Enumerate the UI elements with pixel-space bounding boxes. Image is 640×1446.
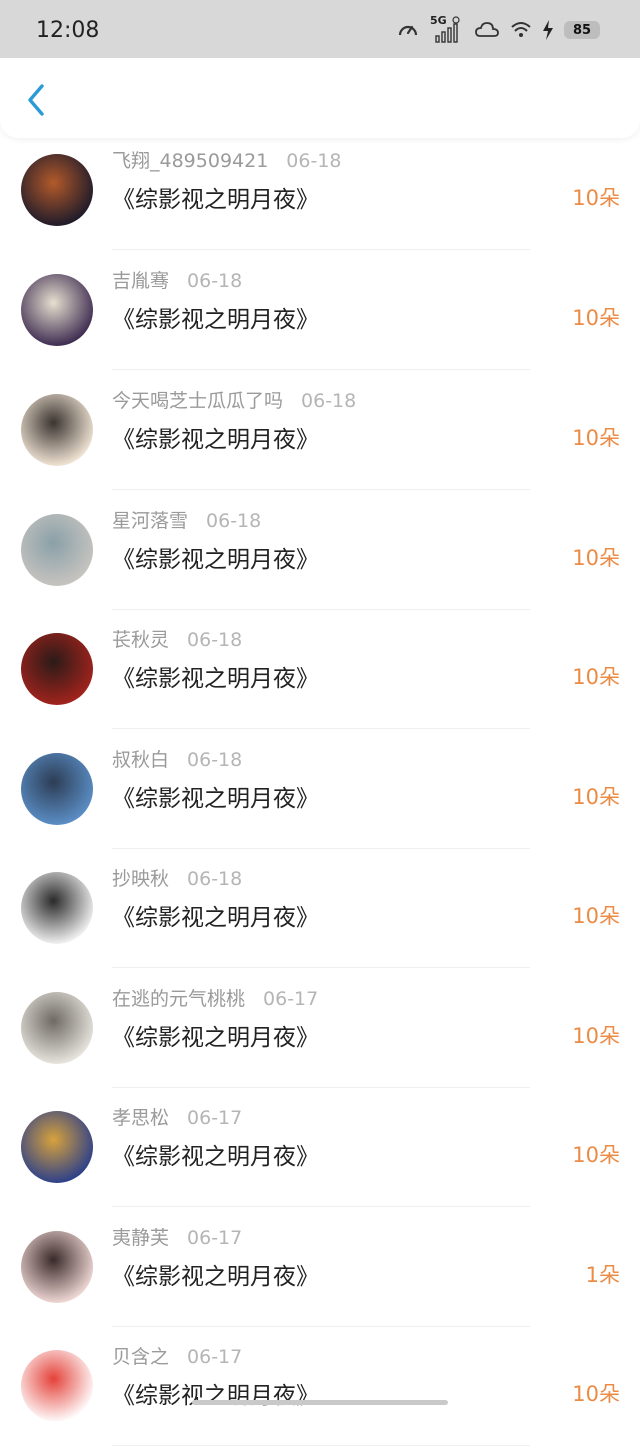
user-name: 星河落雪 bbox=[112, 510, 189, 532]
item-meta: 叔秋白 06-18 bbox=[112, 745, 242, 772]
user-name: 叔秋白 bbox=[112, 749, 170, 771]
gift-amount: 1朵 bbox=[585, 1263, 620, 1287]
gift-amount: 10朵 bbox=[572, 1024, 620, 1048]
avatar[interactable] bbox=[21, 514, 93, 586]
item-meta: 吉胤骞 06-18 bbox=[112, 266, 242, 293]
avatar[interactable] bbox=[21, 753, 93, 825]
item-meta: 苌秋灵 06-18 bbox=[112, 625, 242, 652]
avatar[interactable] bbox=[21, 872, 93, 944]
chevron-left-icon bbox=[28, 84, 44, 116]
user-name: 今天喝芝士瓜瓜了吗 bbox=[112, 390, 284, 412]
gift-date: 06-18 bbox=[286, 150, 342, 172]
header-bar bbox=[0, 58, 640, 138]
gift-date: 06-17 bbox=[187, 1346, 243, 1368]
avatar[interactable] bbox=[21, 1111, 93, 1183]
avatar[interactable] bbox=[21, 274, 93, 346]
list-item[interactable]: 吉胤骞 06-18 《综影视之明月夜》 10朵 bbox=[0, 250, 640, 370]
user-name: 抄映秋 bbox=[112, 868, 170, 890]
home-indicator bbox=[192, 1400, 448, 1405]
item-meta: 飞翔_489509421 06-18 bbox=[112, 146, 342, 173]
user-name: 苌秋灵 bbox=[112, 629, 170, 651]
gift-amount: 10朵 bbox=[572, 665, 620, 689]
list-item[interactable]: 贝含之 06-17 《综影视之明月夜》 10朵 bbox=[0, 1326, 640, 1446]
avatar[interactable] bbox=[21, 154, 93, 226]
list-item[interactable]: 苌秋灵 06-18 《综影视之明月夜》 10朵 bbox=[0, 609, 640, 729]
item-meta: 在逃的元气桃桃 06-17 bbox=[112, 984, 318, 1011]
item-meta: 抄映秋 06-18 bbox=[112, 864, 242, 891]
avatar[interactable] bbox=[21, 394, 93, 466]
book-title: 《综影视之明月夜》 bbox=[112, 1025, 319, 1051]
list-item[interactable]: 星河落雪 06-18 《综影视之明月夜》 10朵 bbox=[0, 490, 640, 610]
gift-amount: 10朵 bbox=[572, 1382, 620, 1406]
gift-date: 06-18 bbox=[187, 749, 243, 771]
gift-date: 06-18 bbox=[187, 629, 243, 651]
gift-amount: 10朵 bbox=[572, 546, 620, 570]
book-title: 《综影视之明月夜》 bbox=[112, 427, 319, 453]
gift-date: 06-17 bbox=[187, 1107, 243, 1129]
user-name: 贝含之 bbox=[112, 1346, 170, 1368]
status-bar: 12:08 5G 85 bbox=[0, 0, 640, 58]
status-time: 12:08 bbox=[36, 18, 100, 43]
gift-amount: 10朵 bbox=[572, 186, 620, 210]
avatar[interactable] bbox=[21, 992, 93, 1064]
book-title: 《综影视之明月夜》 bbox=[112, 905, 319, 931]
gift-amount: 10朵 bbox=[572, 904, 620, 928]
wifi-icon bbox=[510, 19, 532, 41]
list-item[interactable]: 孝思松 06-17 《综影视之明月夜》 10朵 bbox=[0, 1087, 640, 1207]
cloud-icon bbox=[474, 18, 500, 42]
gift-amount: 10朵 bbox=[572, 426, 620, 450]
item-meta: 夷静芙 06-17 bbox=[112, 1223, 242, 1250]
user-name: 飞翔_489509421 bbox=[112, 150, 269, 172]
gift-date: 06-18 bbox=[301, 390, 357, 412]
status-icons: 5G 85 bbox=[396, 14, 600, 44]
gift-date: 06-18 bbox=[187, 868, 243, 890]
speed-gauge-icon bbox=[396, 18, 420, 42]
user-name: 吉胤骞 bbox=[112, 270, 170, 292]
user-name: 孝思松 bbox=[112, 1107, 170, 1129]
gift-amount: 10朵 bbox=[572, 1143, 620, 1167]
list-item[interactable]: 抄映秋 06-18 《综影视之明月夜》 10朵 bbox=[0, 848, 640, 968]
list-item[interactable]: 夷静芙 06-17 《综影视之明月夜》 1朵 bbox=[0, 1207, 640, 1327]
book-title: 《综影视之明月夜》 bbox=[112, 1264, 319, 1290]
item-meta: 星河落雪 06-18 bbox=[112, 506, 261, 533]
list-item[interactable]: 飞翔_489509421 06-18 《综影视之明月夜》 10朵 bbox=[0, 130, 640, 250]
gift-amount: 10朵 bbox=[572, 785, 620, 809]
book-title: 《综影视之明月夜》 bbox=[112, 666, 319, 692]
avatar[interactable] bbox=[21, 633, 93, 705]
book-title: 《综影视之明月夜》 bbox=[112, 547, 319, 573]
user-name: 在逃的元气桃桃 bbox=[112, 988, 246, 1010]
book-title: 《综影视之明月夜》 bbox=[112, 1144, 319, 1170]
book-title: 《综影视之明月夜》 bbox=[112, 307, 319, 333]
avatar[interactable] bbox=[21, 1350, 93, 1422]
list-item[interactable]: 在逃的元气桃桃 06-17 《综影视之明月夜》 10朵 bbox=[0, 968, 640, 1088]
list-item[interactable]: 叔秋白 06-18 《综影视之明月夜》 10朵 bbox=[0, 729, 640, 849]
gift-amount: 10朵 bbox=[572, 306, 620, 330]
battery-icon: 85 bbox=[564, 21, 600, 39]
gift-date: 06-18 bbox=[206, 510, 262, 532]
charging-icon bbox=[542, 20, 554, 40]
list-item[interactable]: 今天喝芝士瓜瓜了吗 06-18 《综影视之明月夜》 10朵 bbox=[0, 370, 640, 490]
book-title: 《综影视之明月夜》 bbox=[112, 786, 319, 812]
item-meta: 贝含之 06-17 bbox=[112, 1342, 242, 1369]
user-name: 夷静芙 bbox=[112, 1227, 170, 1249]
battery-level: 85 bbox=[572, 22, 592, 38]
book-title: 《综影视之明月夜》 bbox=[112, 187, 319, 213]
back-button[interactable] bbox=[18, 82, 54, 118]
item-meta: 今天喝芝士瓜瓜了吗 06-18 bbox=[112, 386, 356, 413]
avatar[interactable] bbox=[21, 1231, 93, 1303]
gift-date: 06-18 bbox=[187, 270, 243, 292]
signal-5g-icon: 5G bbox=[430, 14, 464, 44]
gift-date: 06-17 bbox=[263, 988, 319, 1010]
gift-date: 06-17 bbox=[187, 1227, 243, 1249]
item-meta: 孝思松 06-17 bbox=[112, 1103, 242, 1130]
